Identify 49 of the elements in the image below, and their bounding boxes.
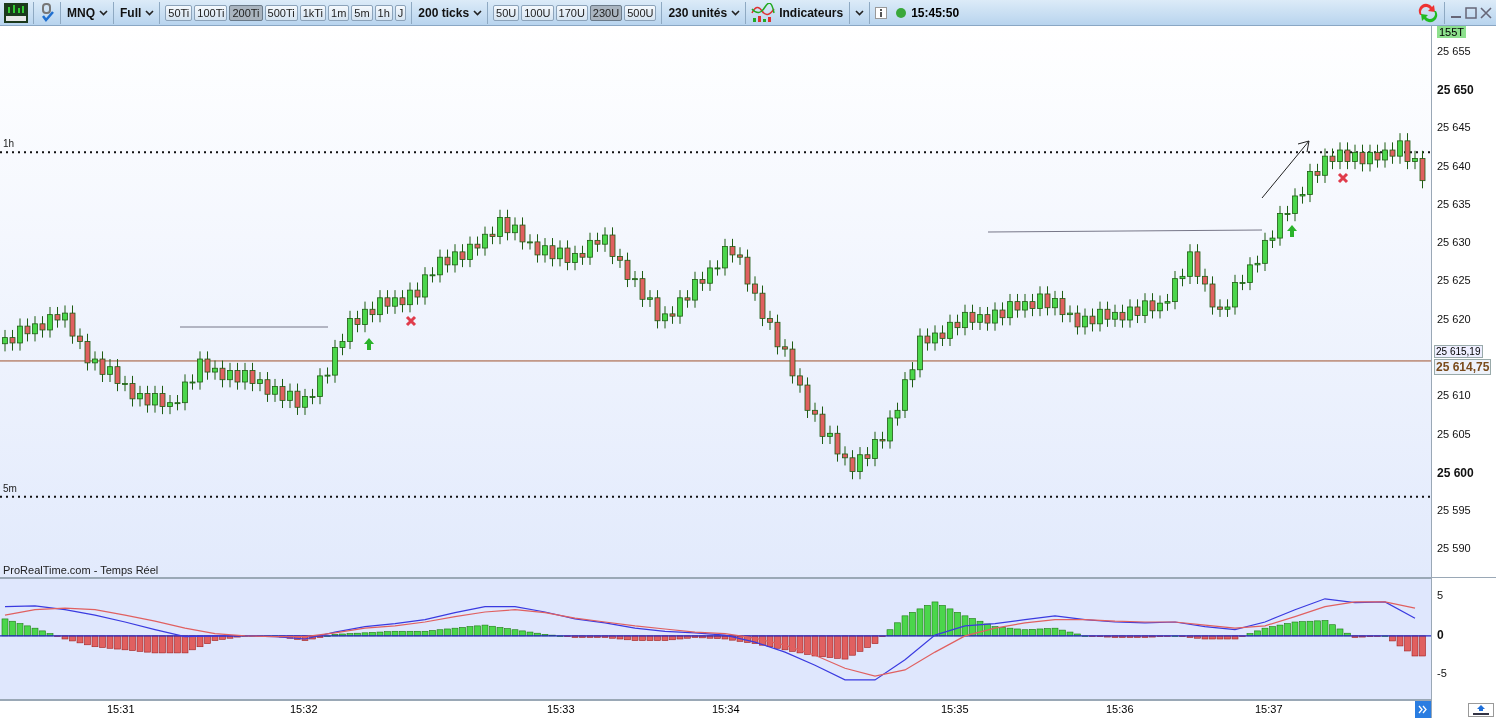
time-axis-label: 15:34: [712, 703, 740, 715]
unit-button[interactable]: 170U: [555, 4, 588, 21]
unit-button[interactable]: 100U: [521, 4, 554, 21]
interval-button[interactable]: 500Ti: [264, 4, 298, 21]
price-axis-label: 25 630: [1437, 236, 1471, 249]
indicator-axis-label: -5: [1437, 666, 1447, 679]
interval-button[interactable]: J: [394, 4, 407, 21]
symbol-dropdown[interactable]: MNQ: [66, 5, 96, 20]
indicator-axis-label: 5: [1437, 589, 1444, 602]
last-price-tag: 25 614,75: [1434, 359, 1492, 375]
price-axis-label: 25 600: [1437, 465, 1474, 480]
interval-button[interactable]: 5m: [351, 4, 373, 21]
level-label: 1h: [3, 138, 15, 150]
interval-button[interactable]: 1h: [374, 4, 393, 21]
time-axis-label: 15:36: [1106, 703, 1134, 715]
tick-count-tag: 155T: [1437, 26, 1467, 38]
price-axis-label: 25 590: [1437, 542, 1471, 555]
price-axis-label: 25 605: [1437, 427, 1471, 440]
price-axis-label: 25 610: [1437, 389, 1471, 402]
interval-button[interactable]: 200Ti: [229, 4, 263, 21]
price-axis-label: 25 650: [1437, 83, 1474, 98]
source-label: ProRealTime.com - Temps Réel: [3, 564, 159, 576]
price-axis-label: 25 645: [1437, 121, 1471, 134]
interval-button[interactable]: 1m: [328, 4, 350, 21]
level-label: 5m: [3, 482, 17, 494]
units-dropdown[interactable]: 230 unités: [667, 5, 729, 20]
unit-button[interactable]: 500U: [624, 4, 657, 21]
unit-button[interactable]: 50U: [493, 4, 520, 21]
interval-button[interactable]: 50Ti: [165, 4, 193, 21]
price-axis-label: 25 595: [1437, 504, 1471, 517]
price-tag: 25 615,19: [1434, 345, 1483, 358]
layout-dropdown[interactable]: Full: [119, 5, 143, 20]
interval-button[interactable]: 1kTi: [299, 4, 327, 21]
price-axis-label: 25 640: [1437, 159, 1471, 172]
time-axis-label: 15:37: [1255, 703, 1283, 715]
time-axis-label: 15:32: [290, 703, 318, 715]
indicator-axis-label: 0: [1437, 627, 1444, 642]
indicators-button[interactable]: Indicateurs: [778, 5, 845, 20]
price-axis-label: 25 625: [1437, 274, 1471, 287]
price-axis-label: 25 620: [1437, 312, 1471, 325]
unit-button[interactable]: 230U: [589, 4, 623, 21]
price-axis-label: 25 635: [1437, 197, 1471, 210]
interval-button[interactable]: 100Ti: [194, 4, 228, 21]
clock-time: 15:45:50: [911, 5, 960, 20]
time-axis-label: 15:31: [107, 703, 135, 715]
time-axis-label: 15:35: [941, 703, 969, 715]
time-axis-label: 15:33: [547, 703, 575, 715]
ticks-dropdown[interactable]: 200 ticks: [417, 5, 471, 20]
price-axis-label: 25 655: [1437, 44, 1471, 57]
